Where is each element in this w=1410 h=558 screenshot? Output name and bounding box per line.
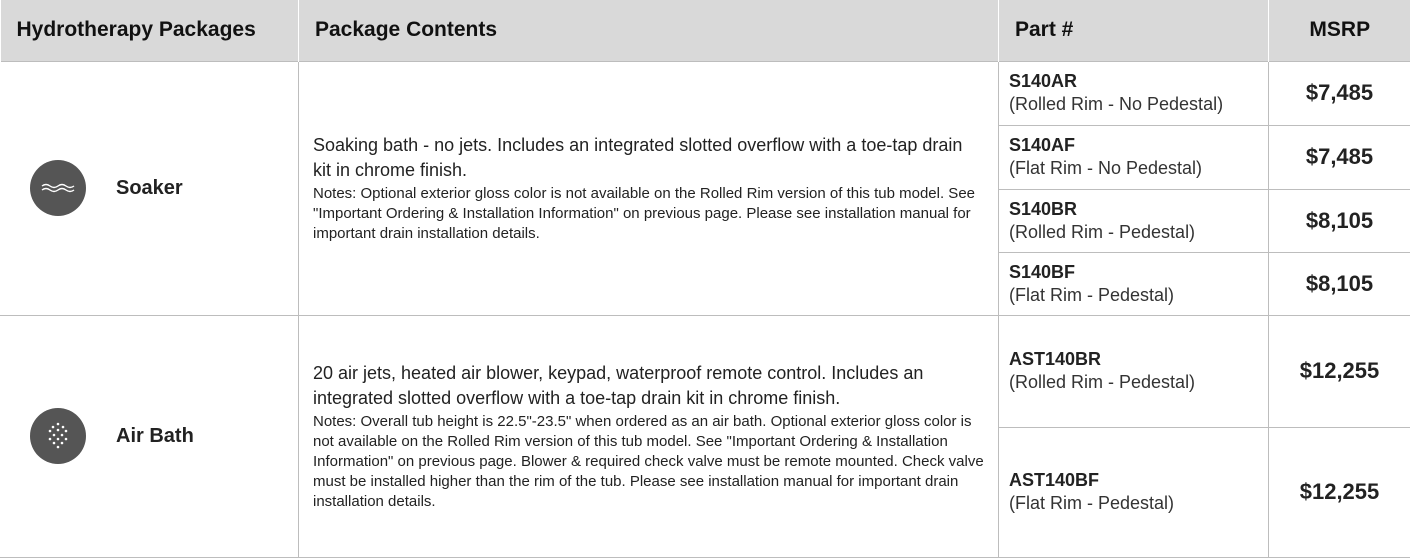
part-number: S140AR — [1009, 70, 1258, 92]
header-msrp: MSRP — [1269, 0, 1410, 61]
table-row: Air Bath 20 air jets, heated air blower,… — [1, 315, 1410, 427]
header-row: Hydrotherapy Packages Package Contents P… — [1, 0, 1410, 61]
header-contents: Package Contents — [299, 0, 999, 61]
msrp-price: $7,485 — [1269, 125, 1410, 189]
package-cell-air-bath: Air Bath — [1, 315, 299, 557]
pricing-table: Hydrotherapy Packages Package Contents P… — [0, 0, 1410, 558]
part-cell: S140AF (Flat Rim - No Pedestal) — [999, 125, 1269, 189]
part-description: (Rolled Rim - Pedestal) — [1009, 370, 1258, 394]
part-cell: AST140BF (Flat Rim - Pedestal) — [999, 427, 1269, 557]
package-name: Soaker — [116, 177, 183, 200]
msrp-price: $12,255 — [1269, 427, 1410, 557]
contents-cell-air-bath: 20 air jets, heated air blower, keypad, … — [299, 315, 999, 557]
part-cell: S140BR (Rolled Rim - Pedestal) — [999, 189, 1269, 252]
part-cell: S140BF (Flat Rim - Pedestal) — [999, 252, 1269, 315]
table-row: Soaker Soaking bath - no jets. Includes … — [1, 61, 1410, 125]
package-name: Air Bath — [116, 425, 194, 448]
part-description: (Rolled Rim - No Pedestal) — [1009, 92, 1258, 116]
msrp-price: $12,255 — [1269, 315, 1410, 427]
package-notes: Notes: Optional exterior gloss color is … — [313, 184, 984, 244]
part-number: S140AF — [1009, 134, 1258, 156]
wave-icon — [30, 160, 86, 216]
air-bubbles-icon — [30, 408, 86, 464]
contents-cell-soaker: Soaking bath - no jets. Includes an inte… — [299, 61, 999, 315]
package-contents: 20 air jets, heated air blower, keypad, … — [313, 361, 984, 411]
header-part: Part # — [999, 0, 1269, 61]
part-description: (Flat Rim - Pedestal) — [1009, 283, 1258, 307]
part-number: AST140BF — [1009, 469, 1258, 491]
part-cell: AST140BR (Rolled Rim - Pedestal) — [999, 315, 1269, 427]
part-number: S140BR — [1009, 198, 1258, 220]
package-cell-soaker: Soaker — [1, 61, 299, 315]
part-number: AST140BR — [1009, 348, 1258, 370]
msrp-price: $7,485 — [1269, 61, 1410, 125]
part-description: (Flat Rim - No Pedestal) — [1009, 156, 1258, 180]
msrp-price: $8,105 — [1269, 189, 1410, 252]
header-packages: Hydrotherapy Packages — [1, 0, 299, 61]
package-contents: Soaking bath - no jets. Includes an inte… — [313, 133, 984, 183]
part-cell: S140AR (Rolled Rim - No Pedestal) — [999, 61, 1269, 125]
part-description: (Flat Rim - Pedestal) — [1009, 491, 1258, 515]
part-description: (Rolled Rim - Pedestal) — [1009, 220, 1258, 244]
part-number: S140BF — [1009, 261, 1258, 283]
msrp-price: $8,105 — [1269, 252, 1410, 315]
package-notes: Notes: Overall tub height is 22.5"-23.5"… — [313, 412, 984, 512]
